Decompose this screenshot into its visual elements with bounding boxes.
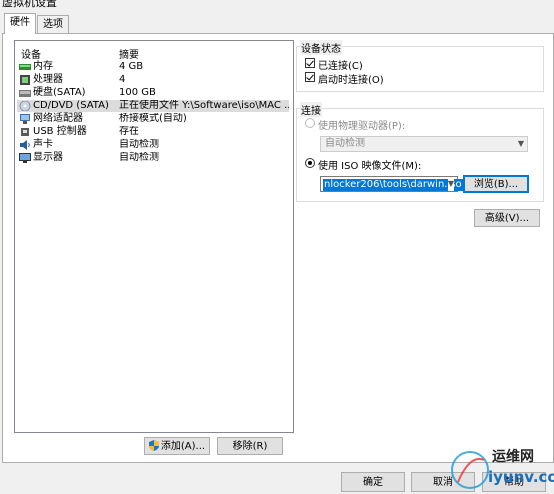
chevron-down-icon[interactable]: ▼: [447, 177, 454, 191]
device-name: 硬盘(SATA): [33, 87, 86, 98]
device-name: 网络适配器: [33, 113, 83, 124]
device-row-sound-card[interactable]: 声卡 自动检测: [17, 139, 289, 151]
iso-path-input[interactable]: nlocker206\tools\darwin.iso: [323, 179, 463, 191]
remove-button[interactable]: 移除(R): [217, 437, 283, 455]
advanced-button[interactable]: 高级(V)...: [474, 209, 540, 227]
cd-dvd-icon: [19, 100, 31, 112]
device-row-processor[interactable]: 处理器 4: [17, 74, 289, 86]
device-name: USB 控制器: [33, 126, 87, 137]
add-button-label: 添加(A)...: [160, 441, 206, 452]
device-summary: 桥接模式(自动): [119, 113, 187, 124]
device-name: 显示器: [33, 152, 63, 163]
device-name: CD/DVD (SATA): [33, 100, 109, 111]
watermark-text: 运维网: [492, 449, 534, 465]
device-row-usb-controller[interactable]: USB 控制器 存在: [17, 126, 289, 138]
physical-drive-radio[interactable]: [305, 118, 315, 128]
device-summary: 4 GB: [119, 61, 144, 72]
iso-image-label[interactable]: 使用 ISO 映像文件(M):: [318, 157, 421, 172]
device-summary: 自动检测: [119, 139, 159, 150]
watermark-url: iyunv.com: [488, 468, 554, 486]
add-button[interactable]: 添加(A)...: [144, 437, 210, 455]
connection-title: 连接: [300, 102, 322, 117]
device-summary: 存在: [119, 126, 139, 137]
connected-checkbox[interactable]: [305, 58, 315, 68]
watermark-logo: 运维网 iyunv.com: [448, 444, 554, 492]
connect-at-power-on-label[interactable]: 启动时连接(O): [318, 71, 384, 86]
device-name: 声卡: [33, 139, 53, 150]
device-list[interactable]: 设备 摘要 内存 4 GB 处理器 4 硬盘(SATA) 100 GB CD/D…: [14, 40, 294, 433]
device-summary: 4: [119, 74, 126, 85]
device-column-header[interactable]: 设备: [21, 46, 41, 61]
device-name: 内存: [33, 61, 53, 72]
usb-icon: [19, 127, 31, 137]
iso-path-combo[interactable]: nlocker206\tools\darwin.iso ▼: [320, 176, 463, 192]
window-title: 虚拟机设置: [2, 0, 57, 9]
iso-image-radio[interactable]: [305, 158, 315, 168]
browse-button[interactable]: 浏览(B)...: [463, 175, 529, 193]
tab-hardware[interactable]: 硬件: [4, 13, 36, 34]
device-row-harddisk[interactable]: 硬盘(SATA) 100 GB: [17, 87, 289, 99]
device-summary: 自动检测: [119, 152, 159, 163]
display-icon: [19, 153, 31, 163]
shield-icon: [148, 440, 159, 451]
chevron-down-icon: ▼: [517, 139, 524, 148]
sound-card-icon: [19, 140, 31, 150]
physical-drive-label[interactable]: 使用物理驱动器(P):: [318, 117, 405, 132]
tab-options[interactable]: 选项: [37, 15, 69, 34]
processor-icon: [19, 75, 31, 85]
ok-button[interactable]: 确定: [341, 472, 405, 492]
device-summary: 100 GB: [119, 87, 156, 98]
physical-drive-select[interactable]: 自动检测 ▼: [320, 136, 528, 152]
device-row-display[interactable]: 显示器 自动检测: [17, 152, 289, 164]
harddisk-icon: [19, 88, 31, 98]
device-summary: 正在使用文件 Y:\Software\iso\MAC ...: [119, 100, 289, 111]
device-row-cd-dvd[interactable]: CD/DVD (SATA) 正在使用文件 Y:\Software\iso\MAC…: [17, 100, 289, 112]
memory-icon: [19, 62, 31, 72]
physical-drive-value: 自动检测: [325, 138, 365, 149]
device-status-title: 设备状态: [300, 40, 342, 55]
device-row-memory[interactable]: 内存 4 GB: [17, 61, 289, 73]
network-adapter-icon: [19, 114, 31, 124]
summary-column-header[interactable]: 摘要: [119, 46, 139, 61]
device-name: 处理器: [33, 74, 63, 85]
connected-label[interactable]: 已连接(C): [318, 57, 363, 72]
connect-at-power-on-checkbox[interactable]: [305, 72, 315, 82]
device-row-network-adapter[interactable]: 网络适配器 桥接模式(自动): [17, 113, 289, 125]
